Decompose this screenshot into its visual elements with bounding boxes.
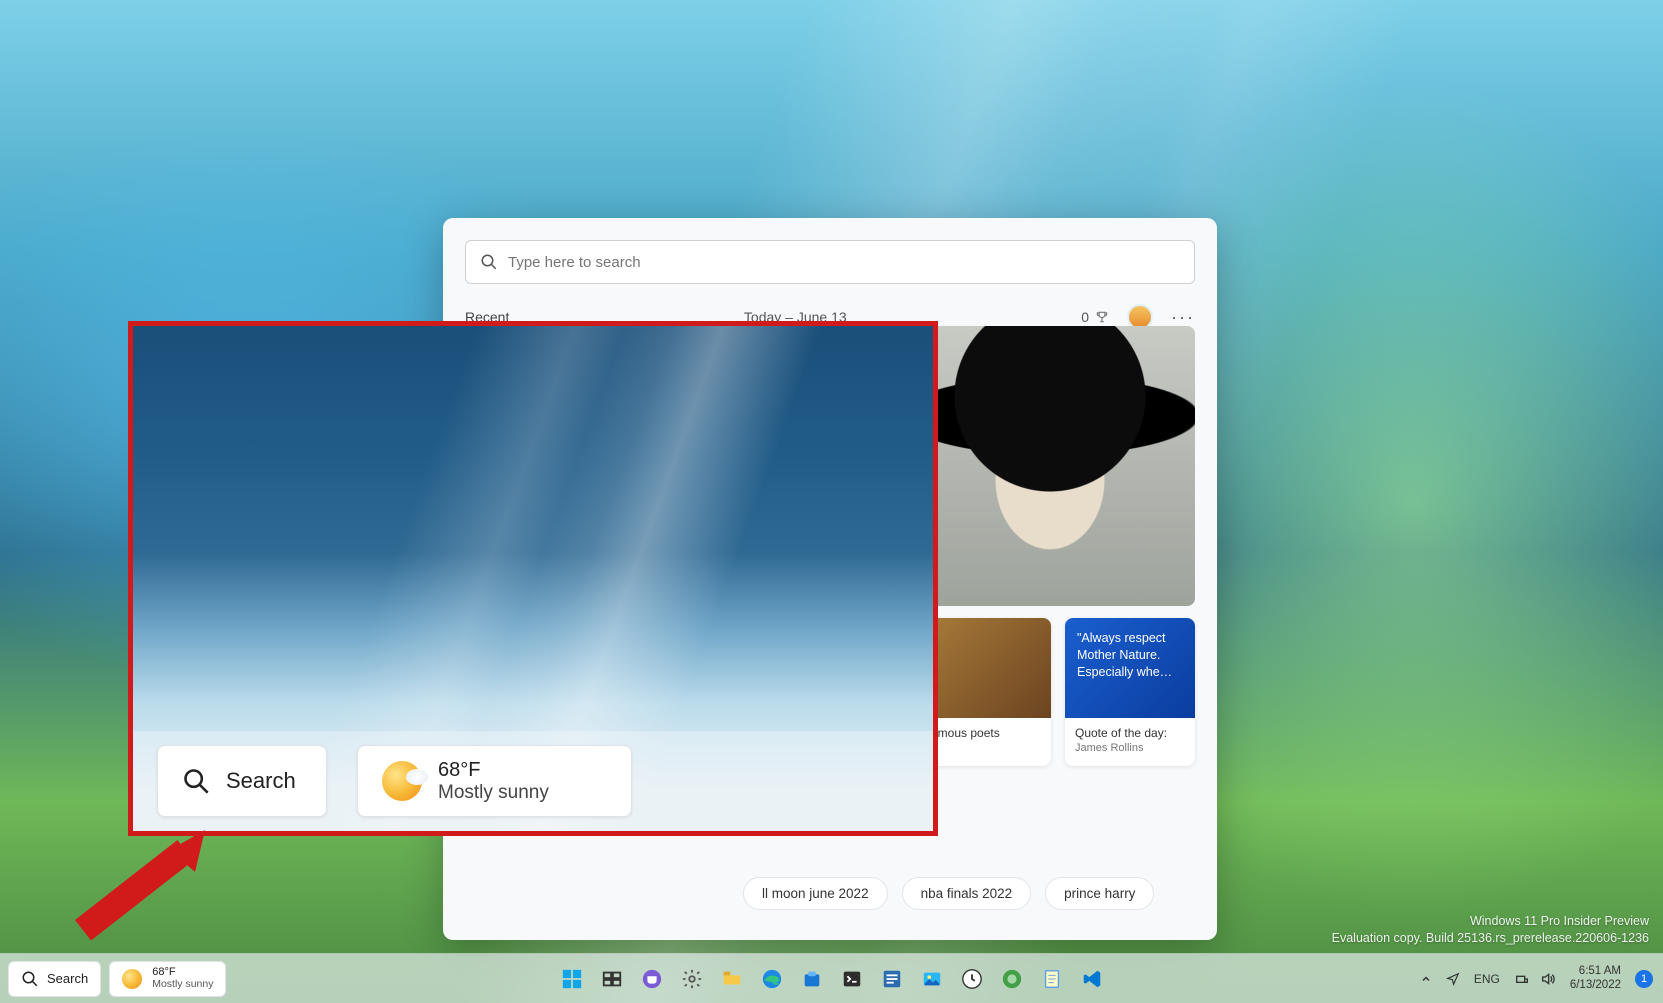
zoom-search-button[interactable]: Search <box>157 745 327 817</box>
card-quote-title: Quote of the day: <box>1075 726 1185 740</box>
watermark-line1: Windows 11 Pro Insider Preview <box>1332 913 1649 930</box>
weather-sun-icon <box>382 761 422 801</box>
card-caption: amous poets <box>921 718 1051 752</box>
search-icon <box>21 970 39 988</box>
clock-app-icon[interactable] <box>956 963 988 995</box>
rewards-points[interactable]: 0 <box>1081 309 1109 325</box>
edge-browser-icon[interactable] <box>756 963 788 995</box>
app-icon-1[interactable] <box>876 963 908 995</box>
file-explorer-icon[interactable] <box>716 963 748 995</box>
zoom-weather-button[interactable]: 68°F Mostly sunny <box>357 745 632 817</box>
vscode-icon[interactable] <box>1076 963 1108 995</box>
zoom-callout: Search 68°F Mostly sunny <box>128 321 938 836</box>
zoom-weather-temp: 68°F <box>438 759 549 782</box>
taskbar-weather-cond: Mostly sunny <box>152 979 213 990</box>
volume-icon[interactable] <box>1540 971 1556 987</box>
search-box[interactable] <box>465 240 1195 284</box>
trophy-icon <box>1095 310 1109 324</box>
network-icon[interactable] <box>1514 971 1530 987</box>
card-image <box>921 618 1051 718</box>
notepad-icon[interactable] <box>1036 963 1068 995</box>
card-famous-poets[interactable]: amous poets <box>921 618 1051 766</box>
edge-dev-icon[interactable] <box>996 963 1028 995</box>
taskbar-weather-button[interactable]: 68°F Mostly sunny <box>109 961 226 997</box>
card-quote-of-day[interactable]: "Always respect Mother Nature. Especiall… <box>1065 618 1195 766</box>
system-tray: ENG 6:51 AM 6/13/2022 1 <box>1420 965 1653 991</box>
photos-icon[interactable] <box>916 963 948 995</box>
trending-chips: ll moon june 2022 nba finals 2022 prince… <box>743 877 1195 910</box>
zoom-weather-cond: Mostly sunny <box>438 782 549 804</box>
start-button[interactable] <box>556 963 588 995</box>
terminal-icon[interactable] <box>836 963 868 995</box>
watermark-line2: Evaluation copy. Build 25136.rs_prerelea… <box>1332 930 1649 947</box>
language-indicator[interactable]: ENG <box>1474 972 1500 986</box>
taskbar-search-button[interactable]: Search <box>8 961 101 997</box>
points-value: 0 <box>1081 309 1089 325</box>
task-view-button[interactable] <box>596 963 628 995</box>
weather-sun-icon <box>122 969 142 989</box>
settings-icon[interactable] <box>676 963 708 995</box>
zoom-taskbar: Search 68°F Mostly sunny <box>133 731 933 831</box>
chip[interactable]: prince harry <box>1045 877 1154 910</box>
search-input[interactable] <box>508 254 1180 271</box>
chip[interactable]: nba finals 2022 <box>902 877 1032 910</box>
search-icon <box>182 767 210 795</box>
more-options-button[interactable]: ··· <box>1171 307 1195 328</box>
clock-date: 6/13/2022 <box>1570 979 1621 992</box>
card-quote-author: James Rollins <box>1075 742 1185 754</box>
store-icon[interactable] <box>796 963 828 995</box>
chip[interactable]: ll moon june 2022 <box>743 877 888 910</box>
hero-portrait <box>905 326 1195 606</box>
clock[interactable]: 6:51 AM 6/13/2022 <box>1570 965 1621 991</box>
zoom-search-label: Search <box>226 768 296 794</box>
desktop-watermark: Windows 11 Pro Insider Preview Evaluatio… <box>1332 913 1649 947</box>
teams-chat-icon[interactable] <box>636 963 668 995</box>
taskbar-center <box>556 963 1108 995</box>
clock-time: 6:51 AM <box>1570 965 1621 978</box>
notification-badge[interactable]: 1 <box>1635 970 1653 988</box>
search-icon <box>480 253 498 271</box>
taskbar-search-label: Search <box>47 971 88 986</box>
location-icon[interactable] <box>1446 972 1460 986</box>
tray-overflow-button[interactable] <box>1420 973 1432 985</box>
taskbar: Search 68°F Mostly sunny <box>0 953 1663 1003</box>
callout-arrow <box>55 830 215 970</box>
card-quote-text: "Always respect Mother Nature. Especiall… <box>1065 618 1195 718</box>
